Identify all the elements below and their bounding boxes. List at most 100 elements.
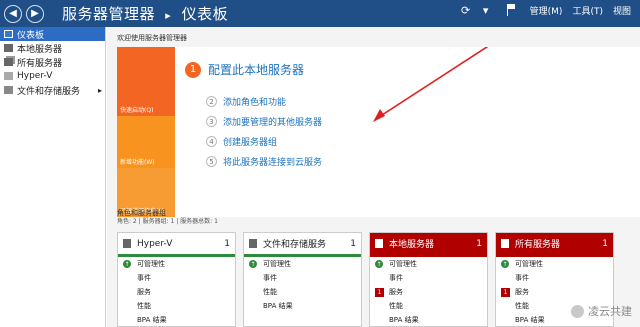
sidebar-item-hyperv[interactable]: Hyper-V	[0, 69, 105, 83]
tile-row-label: BPA 结果	[515, 316, 545, 324]
tile-row-label: 事件	[389, 274, 403, 282]
tile-title: 本地服务器	[389, 240, 435, 250]
tile-row-label: 可管理性	[515, 260, 543, 268]
watermark-logo-icon	[571, 304, 584, 318]
tile-row-services[interactable]: 服务	[118, 285, 235, 299]
dashboard-icon	[4, 30, 13, 38]
tile-row-label: 性能	[515, 302, 529, 310]
title-separator: ▸	[165, 9, 172, 22]
tile-local-server[interactable]: 本地服务器 1 ↑ 可管理性 事件 1 服务 性能 BPA 结果	[369, 232, 488, 327]
refresh-icon[interactable]: ⟳	[459, 3, 473, 17]
app-title: 服务器管理器	[62, 5, 156, 23]
tile-header[interactable]: 本地服务器 1	[370, 233, 487, 257]
tile-row-label: 事件	[515, 274, 529, 282]
tile-row-events[interactable]: 事件	[496, 271, 613, 285]
tile-row-label: 可管理性	[263, 260, 291, 268]
quick-start-tab[interactable]: 快速启动(Q)	[117, 47, 175, 116]
tile-title: Hyper-V	[137, 238, 173, 249]
tile-row-performance[interactable]: 性能	[370, 299, 487, 313]
tile-row-manageability[interactable]: ↑ 可管理性	[118, 257, 235, 271]
sidebar: 仪表板 本地服务器 所有服务器 Hyper-V 文件和存储服务 ▸	[0, 27, 106, 327]
tile-row-manageability[interactable]: ↑ 可管理性	[244, 257, 361, 271]
tile-row-manageability[interactable]: ↑ 可管理性	[496, 257, 613, 271]
status-ok-icon: ↑	[501, 260, 509, 268]
sidebar-item-all-servers[interactable]: 所有服务器	[0, 55, 105, 69]
quick-start-content: 1 配置此本地服务器 2 添加角色和功能 3 添加要管理的其他服务器 4 创建服…	[175, 47, 640, 217]
menu-manage[interactable]: 管理(M)	[530, 4, 563, 17]
tile-row-services[interactable]: 1 服务	[496, 285, 613, 299]
sidebar-item-file-storage[interactable]: 文件和存储服务 ▸	[0, 83, 105, 97]
tile-row-label: BPA 结果	[137, 316, 167, 324]
sidebar-item-local-server[interactable]: 本地服务器	[0, 41, 105, 55]
chevron-right-icon[interactable]: ▸	[98, 86, 102, 95]
tile-row-label: 服务	[515, 288, 529, 296]
tile-row-bpa[interactable]: BPA 结果	[244, 299, 361, 313]
tile-count: 1	[602, 238, 608, 249]
servers-icon	[501, 239, 509, 248]
tile-header[interactable]: Hyper-V 1	[118, 233, 235, 257]
servers-icon	[4, 58, 13, 66]
tile-row-performance[interactable]: 性能	[244, 285, 361, 299]
tile-row-events[interactable]: 事件	[118, 271, 235, 285]
tile-row-label: 可管理性	[137, 260, 165, 268]
roles-summary: 角色: 2 | 服务器组: 1 | 服务器总数: 1	[117, 218, 218, 225]
tile-hyperv[interactable]: Hyper-V 1 ↑ 可管理性 事件 服务 性能 BPA 结果	[117, 232, 236, 327]
dashboard-title: 仪表板	[181, 5, 229, 23]
dropdown-icon[interactable]: ▾	[479, 3, 493, 17]
tile-row-label: 可管理性	[389, 260, 417, 268]
tile-count: 1	[476, 238, 482, 249]
watermark-text: 凌云共建	[588, 305, 632, 318]
tile-file-storage[interactable]: 文件和存储服务 1 ↑ 可管理性 事件 性能 BPA 结果	[243, 232, 362, 327]
tile-row-label: 性能	[137, 302, 151, 310]
alert-count-badge: 1	[501, 287, 510, 297]
notification-flag-icon[interactable]	[506, 4, 517, 16]
tile-count: 1	[350, 238, 356, 249]
tile-row-label: 性能	[263, 288, 277, 296]
tile-row-label: 服务	[389, 288, 403, 296]
hyperv-icon	[4, 72, 13, 80]
sidebar-item-label: 文件和存储服务	[17, 86, 81, 97]
whats-new-label: 新增功能(W)	[120, 159, 155, 166]
tile-row-label: 性能	[389, 302, 403, 310]
back-icon[interactable]: ◀	[4, 4, 22, 23]
forward-icon[interactable]: ▶	[26, 4, 44, 23]
sidebar-item-label: 所有服务器	[17, 58, 63, 69]
tile-row-label: BPA 结果	[263, 302, 293, 310]
tile-header[interactable]: 所有服务器 1	[496, 233, 613, 257]
tile-row-label: 事件	[263, 274, 277, 282]
welcome-heading: 欢迎使用服务器管理器	[117, 34, 187, 42]
page-title: 服务器管理器 ▸ 仪表板	[62, 3, 228, 24]
storage-icon	[249, 239, 257, 248]
sidebar-item-label: 本地服务器	[17, 44, 63, 55]
red-arrow-annotation	[373, 47, 489, 122]
title-bar: ◀ ▶ 服务器管理器 ▸ 仪表板 ⟳ ▾ 管理(M) 工具(T) 视图	[0, 0, 640, 27]
tile-row-label: BPA 结果	[389, 316, 419, 324]
tile-row-events[interactable]: 事件	[370, 271, 487, 285]
menu-view[interactable]: 视图	[613, 4, 631, 17]
sidebar-item-dashboard[interactable]: 仪表板	[0, 27, 105, 41]
dashboard-main: 欢迎使用服务器管理器 快速启动(Q) 新增功能(W) 了解详细信息(L) 1 配…	[107, 27, 640, 327]
hyperv-icon	[123, 239, 131, 248]
tile-title: 文件和存储服务	[263, 240, 327, 250]
tile-header[interactable]: 文件和存储服务 1	[244, 233, 361, 257]
tile-row-bpa[interactable]: BPA 结果	[118, 313, 235, 327]
tile-row-bpa[interactable]: BPA 结果	[370, 313, 487, 327]
tile-title: 所有服务器	[515, 240, 561, 250]
tile-count: 1	[224, 238, 230, 249]
alert-count-badge: 1	[375, 287, 384, 297]
tile-row-events[interactable]: 事件	[244, 271, 361, 285]
server-icon	[375, 239, 383, 248]
menu-tools[interactable]: 工具(T)	[572, 4, 603, 17]
quick-start-column: 快速启动(Q) 新增功能(W) 了解详细信息(L)	[117, 47, 175, 217]
status-ok-icon: ↑	[375, 260, 383, 268]
watermark: 凌云共建	[571, 303, 632, 319]
tile-row-manageability[interactable]: ↑ 可管理性	[370, 257, 487, 271]
tile-row-performance[interactable]: 性能	[118, 299, 235, 313]
sidebar-item-label: Hyper-V	[17, 71, 53, 81]
tile-row-label: 服务	[137, 288, 151, 296]
whats-new-tab[interactable]: 新增功能(W)	[117, 116, 175, 168]
server-icon	[4, 44, 13, 52]
tile-row-services[interactable]: 1 服务	[370, 285, 487, 299]
quick-start-label: 快速启动(Q)	[120, 107, 154, 114]
sidebar-item-label: 仪表板	[17, 30, 45, 41]
